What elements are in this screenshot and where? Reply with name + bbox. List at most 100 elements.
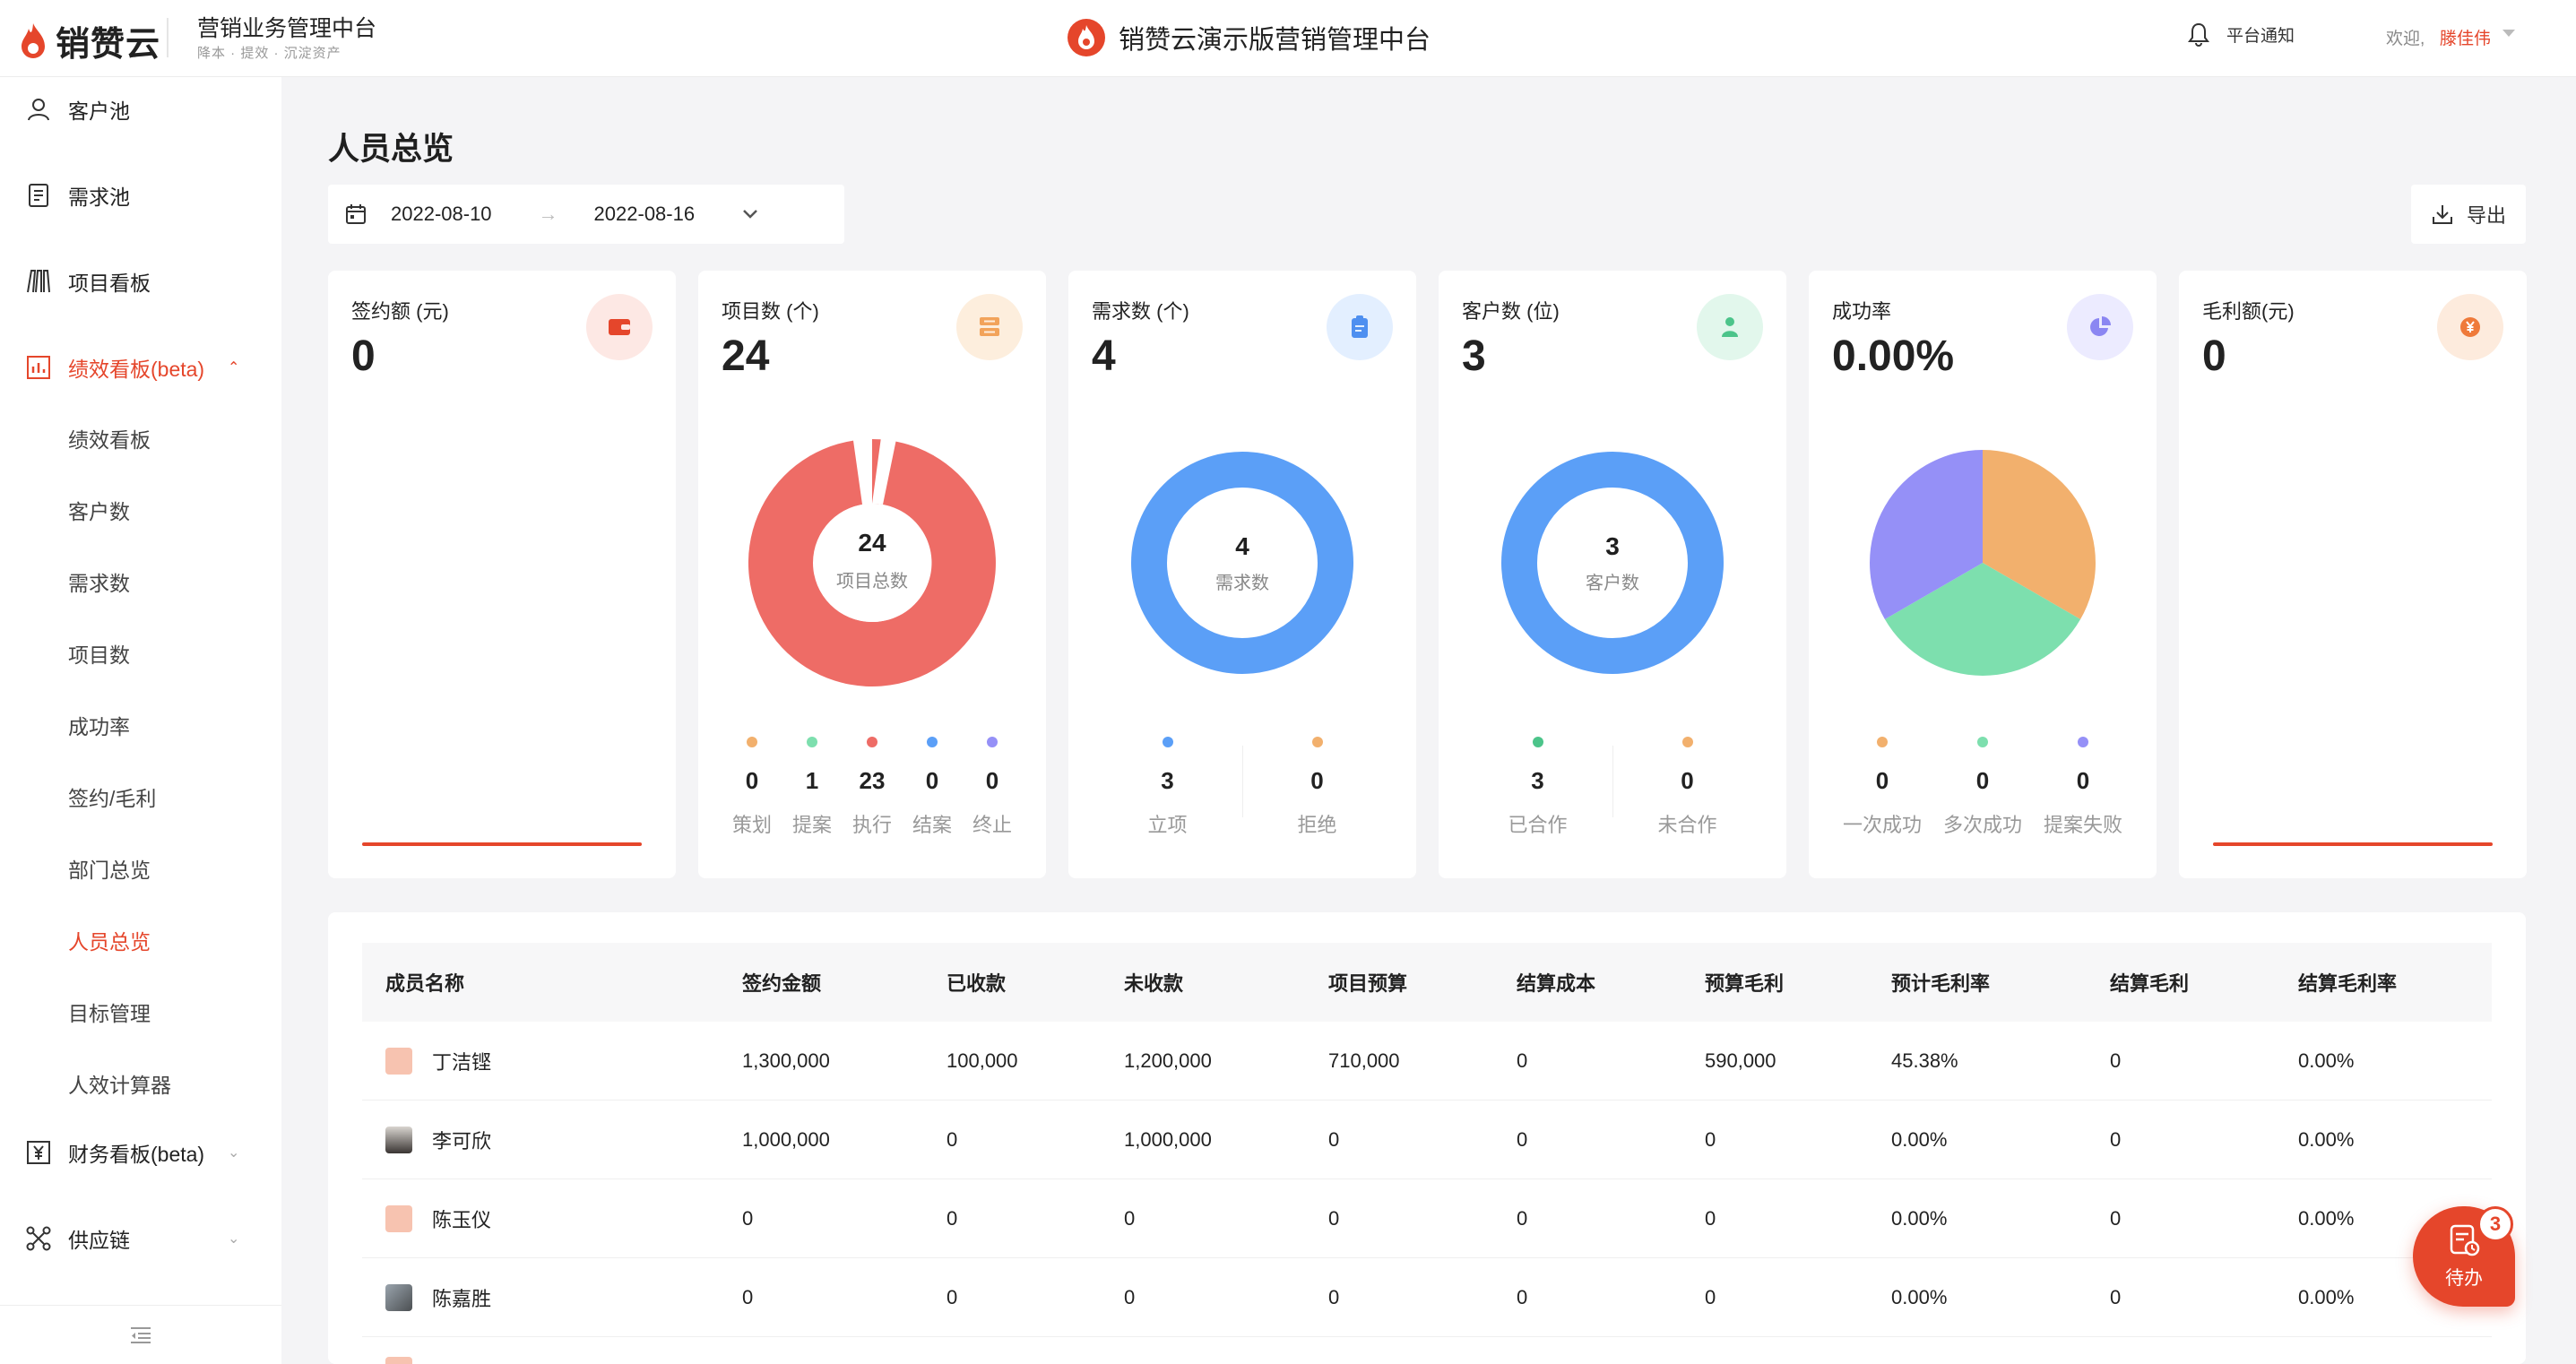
yen-coin-icon xyxy=(2437,294,2503,360)
page-title: 人员总览 xyxy=(328,132,454,167)
notification-button[interactable]: 平台通知 xyxy=(2187,22,2295,47)
legend-dot xyxy=(1532,737,1543,747)
donut-ring xyxy=(1131,452,1353,674)
member-cell: 丁洁铿 xyxy=(385,1022,491,1101)
table-row[interactable]: 丁洁铿 1,300,000 100,000 1,200,000 710,000 … xyxy=(362,1022,2492,1101)
legend-dot xyxy=(747,737,757,747)
legend-dot xyxy=(867,737,877,747)
column-header[interactable]: 未收款 xyxy=(1124,943,1183,1022)
end-date[interactable]: 2022-08-16 xyxy=(594,203,696,226)
center-title-text: 销赞云演示版营销管理中台 xyxy=(1119,26,1431,55)
top-header: 销赞云 营销业务管理中台 降本 · 提效 · 沉淀资产 销赞云演示版营销管理中台… xyxy=(0,0,2576,77)
card-value: 4 xyxy=(1092,332,1116,380)
legend-value: 0 xyxy=(985,767,999,794)
sub-item-performance-board[interactable]: 绩效看板 xyxy=(68,423,151,453)
chevron-down-icon: ⌄ xyxy=(228,1231,240,1247)
donut-center-label: 客户数 xyxy=(1586,574,1639,593)
member-name[interactable]: 丁洁铿 xyxy=(432,1047,491,1075)
table-cell: 0 xyxy=(947,1128,958,1151)
sidebar-item-finance-board[interactable]: 财务看板(beta) ⌄ xyxy=(0,1126,281,1179)
legend-dot xyxy=(987,737,998,747)
yen-icon xyxy=(23,1137,54,1168)
donut-center-label: 需求数 xyxy=(1215,574,1269,593)
column-header[interactable]: 成员名称 xyxy=(385,943,464,1022)
date-range-picker[interactable]: 2022-08-10 → 2022-08-16 xyxy=(328,185,844,244)
legend-label: 立项 xyxy=(1147,814,1188,836)
pie-chart-icon xyxy=(2067,294,2133,360)
export-button[interactable]: 导出 xyxy=(2411,185,2526,244)
sidebar-item-demand-pool[interactable]: 需求池 xyxy=(0,168,281,222)
legend-label: 执行 xyxy=(851,814,892,836)
username[interactable]: 滕佳伟 xyxy=(2440,25,2491,49)
table-cell: 1,000,000 xyxy=(1124,1128,1212,1151)
sub-item-staff-overview[interactable]: 人员总览 xyxy=(68,925,151,955)
table-cell: 0 xyxy=(1517,1128,1528,1151)
table-row[interactable]: 陈玉仪 0 0 0 0 0 0 0.00% 0 0.00% xyxy=(362,1179,2492,1258)
member-name[interactable]: 陈嘉胜 xyxy=(432,1283,491,1312)
member-name[interactable]: 陈玉仪 xyxy=(432,1204,491,1233)
sub-item-goal-management[interactable]: 目标管理 xyxy=(68,997,151,1027)
table-cell: 0 xyxy=(1517,1286,1528,1308)
sidebar-item-supply-chain[interactable]: 供应链 ⌄ xyxy=(0,1212,281,1265)
column-header[interactable]: 结算成本 xyxy=(1517,943,1595,1022)
column-header[interactable]: 结算毛利 xyxy=(2110,943,2189,1022)
start-date[interactable]: 2022-08-10 xyxy=(391,203,492,226)
bell-icon xyxy=(2188,22,2209,47)
legend-item: 0 拒绝 xyxy=(1243,737,1392,838)
column-header[interactable]: 结算毛利率 xyxy=(2298,943,2397,1022)
table-cell: 0 xyxy=(2110,1207,2122,1230)
document-icon xyxy=(23,180,54,211)
sub-item-contract-margin[interactable]: 签约/毛利 xyxy=(68,781,156,812)
table-cell: 0 xyxy=(2110,1049,2122,1072)
table-cell: 0 xyxy=(947,1207,958,1230)
card-title: 成功率 xyxy=(1832,300,1892,323)
column-header[interactable]: 已收款 xyxy=(947,943,1006,1022)
legend-label: 多次成功 xyxy=(1942,814,2022,836)
legend-label: 已合作 xyxy=(1508,814,1568,836)
user-icon xyxy=(23,94,54,125)
chevron-down-icon[interactable] xyxy=(741,208,759,220)
sub-item-department-overview[interactable]: 部门总览 xyxy=(68,853,151,884)
caret-down-icon[interactable] xyxy=(2503,30,2515,37)
table-cell: 0 xyxy=(1705,1207,1716,1230)
card-value: 0 xyxy=(351,332,376,380)
logo[interactable]: 销赞云 xyxy=(18,16,160,65)
sidebar-item-label: 财务看板(beta) xyxy=(68,1143,205,1166)
member-name[interactable]: 李可欣 xyxy=(432,1126,491,1154)
legend-item: 0 多次成功 xyxy=(1932,737,2033,838)
sidebar-item-label: 绩效看板(beta) xyxy=(68,358,205,381)
donut-hole xyxy=(813,504,931,622)
table-row[interactable]: 陈嘉胜 0 0 0 0 0 0 0.00% 0 0.00% xyxy=(362,1258,2492,1337)
legend-item: 0 提案失败 xyxy=(2033,737,2133,838)
column-header[interactable]: 签约金额 xyxy=(742,943,821,1022)
card-title: 毛利额(元) xyxy=(2202,300,2295,323)
column-header[interactable]: 预计毛利率 xyxy=(1891,943,1990,1022)
legend-value: 23 xyxy=(859,767,886,794)
sub-item-efficiency-calculator[interactable]: 人效计算器 xyxy=(68,1068,171,1099)
table-row[interactable]: 李可欣 1,000,000 0 1,000,000 0 0 0 0.00% 0 … xyxy=(362,1101,2492,1179)
sidebar-item-performance-board[interactable]: 绩效看板(beta) ⌃ xyxy=(0,341,281,394)
calendar-icon xyxy=(346,204,366,224)
sub-item-demand-count[interactable]: 需求数 xyxy=(68,566,130,597)
card-value: 3 xyxy=(1462,332,1486,380)
donut-center-number: 24 xyxy=(858,529,886,557)
card-title: 需求数 (个) xyxy=(1092,300,1189,323)
legend-dot xyxy=(807,737,817,747)
sub-item-customer-count[interactable]: 客户数 xyxy=(68,495,130,525)
sidebar-item-customer-pool[interactable]: 客户池 xyxy=(0,82,281,136)
card-title: 客户数 (位) xyxy=(1462,300,1560,323)
legend-label: 终止 xyxy=(972,814,1012,836)
legend-dot xyxy=(2078,737,2088,747)
legend-value: 0 xyxy=(1875,767,1889,794)
sub-item-project-count[interactable]: 项目数 xyxy=(68,638,130,669)
column-header[interactable]: 项目预算 xyxy=(1328,943,1407,1022)
table-cell: 1,000,000 xyxy=(742,1128,830,1151)
card-value: 24 xyxy=(722,332,770,380)
collapse-sidebar-button[interactable] xyxy=(0,1305,281,1364)
avatar xyxy=(385,1127,412,1153)
sub-item-success-rate[interactable]: 成功率 xyxy=(68,710,130,740)
legend-value: 0 xyxy=(2076,767,2090,794)
legend-label: 提案 xyxy=(791,814,832,836)
sidebar-item-project-board[interactable]: 项目看板 xyxy=(0,255,281,308)
column-header[interactable]: 预算毛利 xyxy=(1705,943,1784,1022)
